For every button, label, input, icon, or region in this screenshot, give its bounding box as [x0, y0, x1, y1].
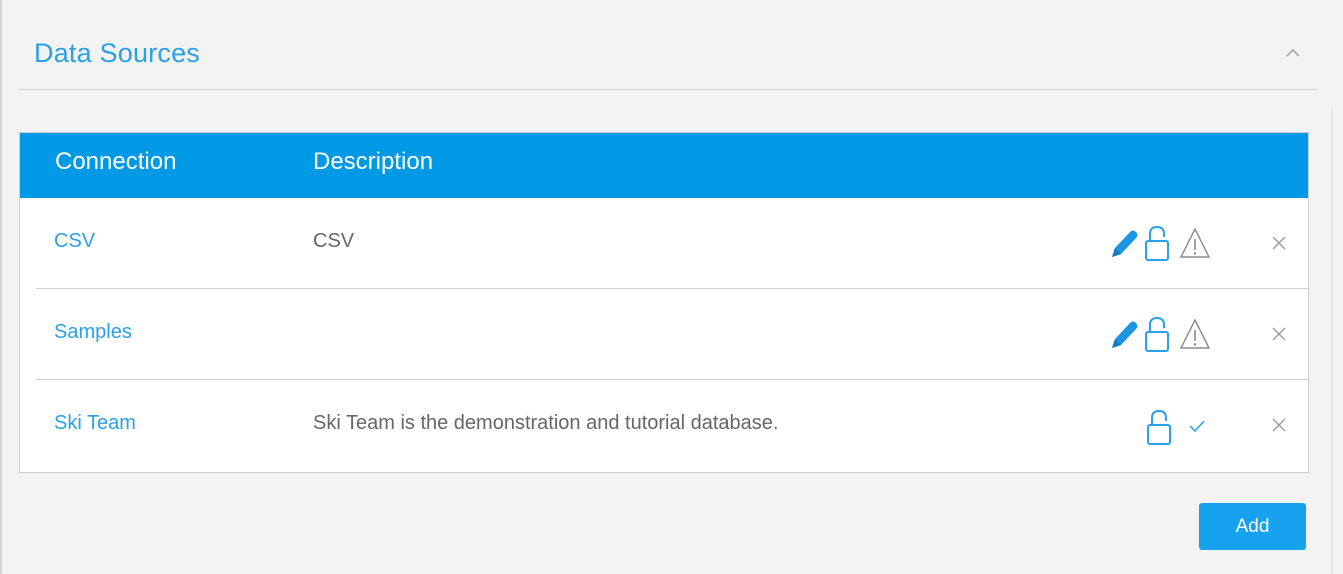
close-icon[interactable] — [1270, 325, 1288, 343]
connection-description: Ski Team is the demonstration and tutori… — [313, 412, 779, 434]
connection-name-link[interactable]: Ski Team — [54, 412, 136, 435]
pencil-icon[interactable] — [1108, 227, 1140, 261]
data-sources-header: Data Sources — [18, 0, 1318, 90]
section-title: Data Sources — [34, 38, 200, 68]
table-row: Samples — [20, 289, 1308, 380]
add-connection-button[interactable]: Add — [1199, 503, 1306, 550]
panel-left-border — [0, 0, 2, 574]
table-row: Ski Team Ski Team is the demonstration a… — [20, 380, 1308, 471]
connection-name-link[interactable]: CSV — [54, 230, 95, 253]
pencil-icon[interactable] — [1108, 318, 1140, 352]
column-header-connection: Connection — [55, 148, 177, 175]
table-row: CSV CSV — [20, 198, 1308, 289]
chevron-up-icon[interactable] — [1282, 42, 1304, 64]
warning-icon[interactable] — [1178, 317, 1212, 351]
unlock-icon[interactable] — [1142, 315, 1172, 353]
unlock-icon[interactable] — [1142, 224, 1172, 262]
close-icon[interactable] — [1270, 416, 1288, 434]
connection-name-link[interactable]: Samples — [54, 321, 132, 344]
check-icon[interactable] — [1187, 418, 1207, 434]
column-header-description: Description — [313, 148, 434, 175]
panel-right-border — [1331, 110, 1333, 574]
table-header: Connection Description — [20, 133, 1308, 198]
close-icon[interactable] — [1270, 234, 1288, 252]
data-sources-table: Connection Description CSV CSV Samples S… — [19, 132, 1309, 473]
unlock-icon[interactable] — [1144, 408, 1174, 446]
warning-icon[interactable] — [1178, 226, 1212, 260]
connection-description: CSV — [313, 230, 355, 252]
